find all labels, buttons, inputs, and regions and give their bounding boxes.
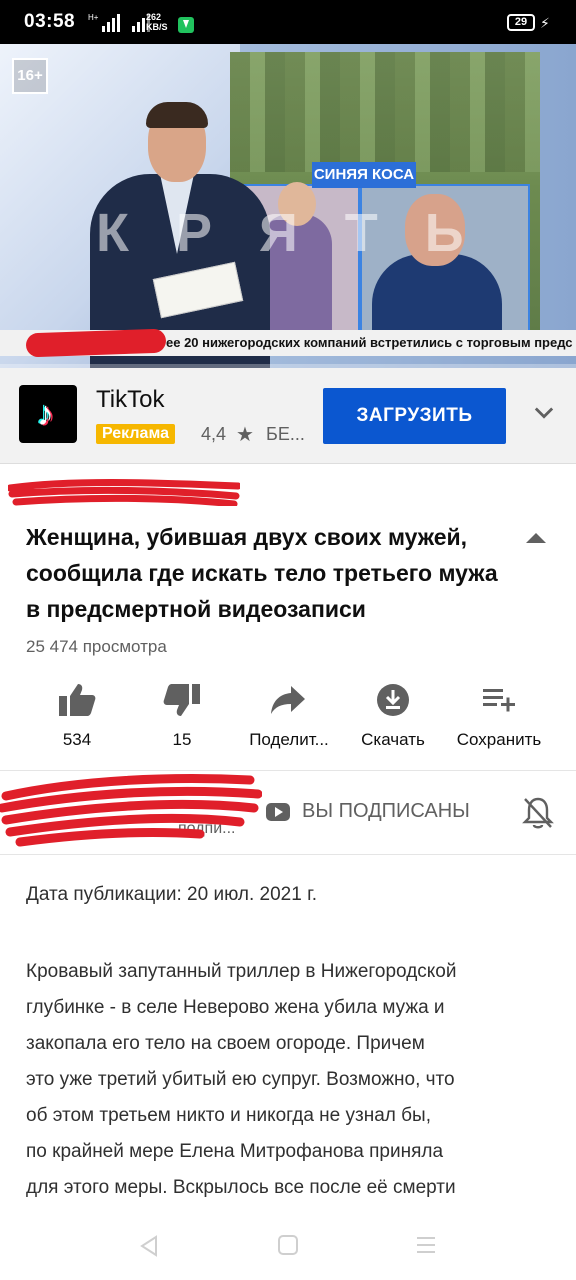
download-notification-icon xyxy=(178,17,194,33)
like-button[interactable]: 534 xyxy=(20,676,134,756)
action-bar: 534 15 Поделит... Скачать Сохранить xyxy=(0,676,576,756)
channel-watermark: К Р Я Т Ь xyxy=(96,203,480,263)
system-navigation-bar xyxy=(0,1212,576,1280)
network-speed: 262 KB/S xyxy=(146,12,168,32)
video-title[interactable]: Женщина, убившая двух своих мужей, сообщ… xyxy=(26,519,506,627)
battery-icon: 29 xyxy=(507,14,535,31)
clock: 03:58 xyxy=(24,11,76,32)
share-label: Поделит... xyxy=(249,730,329,749)
network-type: H+ xyxy=(88,13,99,22)
redaction-scribble xyxy=(25,328,167,358)
subscribed-button[interactable]: ВЫ ПОДПИСАНЫ xyxy=(266,800,470,823)
status-bar: 03:58 H+ 262 KB/S 29 ⚡ xyxy=(0,0,576,44)
chevron-down-icon[interactable] xyxy=(530,398,558,426)
ad-meta: БЕ... xyxy=(266,424,305,444)
redaction-scribble xyxy=(8,479,240,506)
ad-rating: 4,4 xyxy=(201,424,227,444)
back-icon[interactable] xyxy=(138,1234,162,1258)
location-tag: СИНЯЯ КОСА xyxy=(312,162,416,188)
signal-icon xyxy=(102,14,121,32)
thumbs-down-icon xyxy=(163,684,200,716)
collapse-arrow-icon[interactable] xyxy=(524,527,548,547)
redaction-scribble[interactable] xyxy=(0,770,262,850)
signal-indicators: H+ xyxy=(88,13,151,32)
download-label: Скачать xyxy=(361,730,425,749)
tiktok-logo-icon[interactable]: ♪ xyxy=(19,385,77,443)
star-icon: ★ xyxy=(236,424,254,446)
publish-date: Дата публикации: 20 июл. 2021 г. xyxy=(26,884,317,905)
youtube-icon xyxy=(266,802,290,821)
share-icon xyxy=(271,686,305,714)
download-icon xyxy=(377,684,409,716)
age-rating-badge: 16+ xyxy=(12,58,48,94)
view-count: 25 474 просмотра xyxy=(26,637,167,656)
home-icon[interactable] xyxy=(277,1234,299,1256)
save-label: Сохранить xyxy=(456,730,542,749)
dislike-count: 15 xyxy=(172,730,192,749)
notifications-off-icon[interactable] xyxy=(522,796,554,830)
like-count: 534 xyxy=(62,730,92,749)
video-player[interactable]: СИНЯЯ КОСА К Р Я Т Ь 16+ ее 20 нижегород… xyxy=(0,44,576,368)
download-button[interactable]: Скачать xyxy=(336,676,450,756)
menu-icon[interactable] xyxy=(415,1234,437,1256)
playlist-add-icon xyxy=(483,689,515,712)
install-button[interactable]: ЗАГРУЗИТЬ xyxy=(323,388,506,444)
share-button[interactable]: Поделит... xyxy=(230,676,348,756)
thumbs-up-icon xyxy=(59,684,96,716)
ad-banner[interactable]: ♪ TikTok Реклама 4,4 ★ БЕ... ЗАГРУЗИТЬ xyxy=(0,368,576,464)
subscribed-label: ВЫ ПОДПИСАНЫ xyxy=(302,800,470,822)
ad-badge: Реклама xyxy=(96,424,175,444)
charging-icon: ⚡ xyxy=(540,15,550,31)
save-button[interactable]: Сохранить xyxy=(442,676,556,756)
video-description: Кровавый запутанный триллер в Нижегородс… xyxy=(26,961,457,1198)
dislike-button[interactable]: 15 xyxy=(125,676,239,756)
ad-title[interactable]: TikTok xyxy=(96,386,164,414)
divider xyxy=(0,854,576,855)
